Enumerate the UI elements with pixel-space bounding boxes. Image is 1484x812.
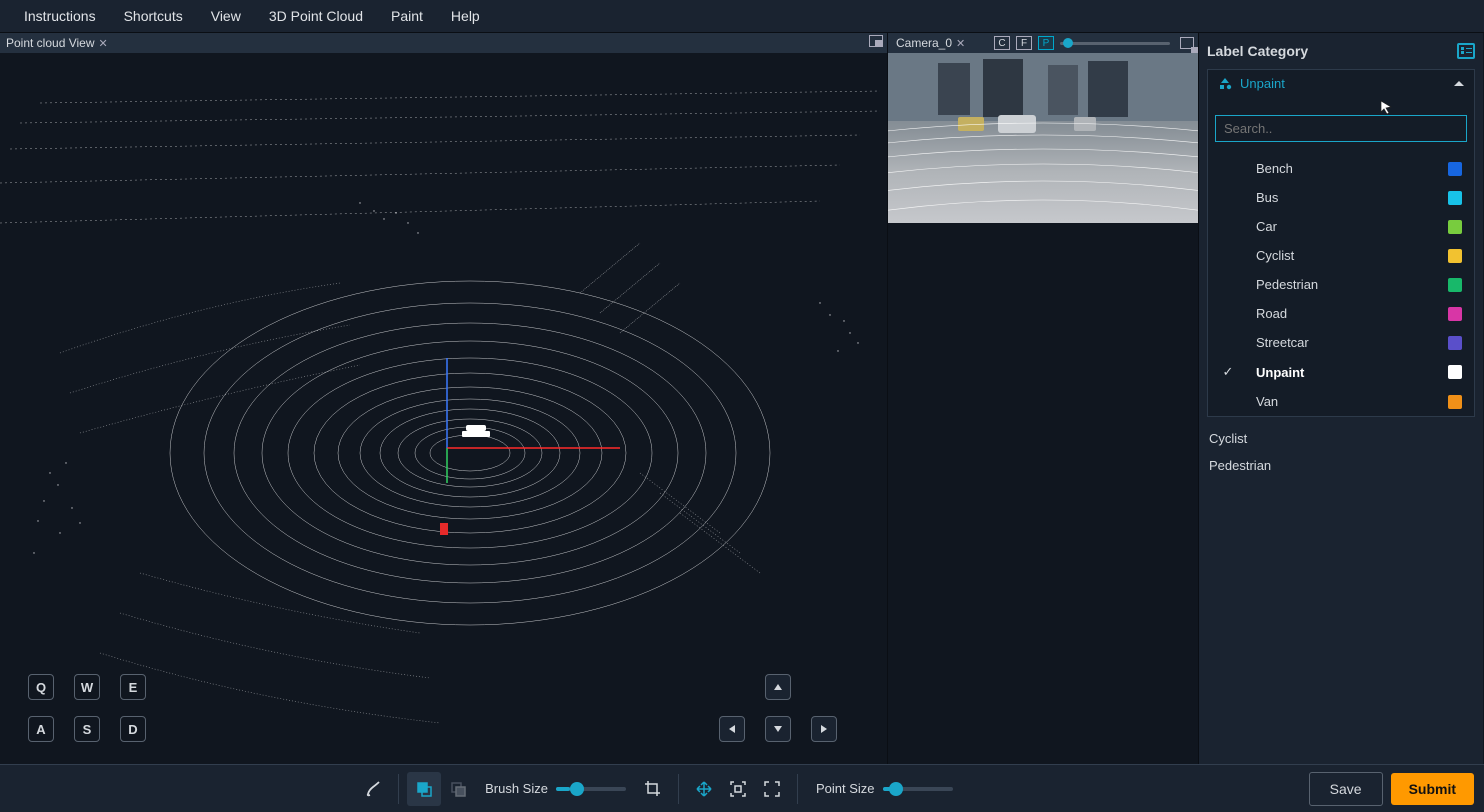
category-dropdown: Unpaint Bench Bus Car Cyclist Pedestrian Road… [1207, 69, 1475, 417]
menu-view[interactable]: View [197, 8, 255, 24]
category-item-unpaint[interactable]: ✓ Unpaint [1208, 357, 1474, 387]
color-swatch [1448, 395, 1462, 409]
category-item-pedestrian[interactable]: Pedestrian [1208, 270, 1474, 299]
nav-key-e[interactable]: E [120, 674, 146, 700]
camera-image[interactable] [888, 53, 1198, 223]
chevron-up-icon [1454, 81, 1464, 86]
camera-tab[interactable]: Camera_0 ✕ [890, 36, 971, 50]
nav-keys: Q W E A S D [28, 674, 156, 746]
label-category-panel: Label Category Unpaint Bench Bus Car Cyclis… [1198, 33, 1483, 764]
point-size-label: Point Size [816, 781, 875, 796]
close-icon[interactable]: ✕ [99, 37, 108, 50]
point-cloud-panel: Point cloud View ✕ [0, 33, 888, 764]
point-cloud-tab-label: Point cloud View [6, 36, 95, 50]
maximize-icon[interactable] [869, 35, 883, 47]
camera-tab-label: Camera_0 [896, 36, 952, 50]
category-name: Car [1244, 219, 1448, 234]
camera-mode-f[interactable]: F [1016, 36, 1032, 50]
menu-paint[interactable]: Paint [377, 8, 437, 24]
point-cloud-tab[interactable]: Point cloud View ✕ [0, 36, 114, 50]
color-swatch [1448, 220, 1462, 234]
camera-panel: Camera_0 ✕ C F P [888, 33, 1198, 764]
camera-mode-c[interactable]: C [994, 36, 1010, 50]
brush-tool-icon[interactable] [356, 772, 390, 806]
category-name: Pedestrian [1244, 277, 1448, 292]
cursor-icon [1379, 99, 1395, 118]
point-cloud-viewport[interactable]: Q W E A S D [0, 53, 887, 764]
fullscreen-icon[interactable] [755, 772, 789, 806]
category-name: Bench [1244, 161, 1448, 176]
color-swatch [1448, 365, 1462, 379]
arrow-right-button[interactable] [811, 716, 837, 742]
maximize-icon[interactable] [1180, 37, 1194, 49]
brush-size-label: Brush Size [485, 781, 548, 796]
category-item-bench[interactable]: Bench [1208, 154, 1474, 183]
arrow-buttons [719, 674, 847, 746]
category-name: Van [1244, 394, 1448, 409]
footer-toolbar: Brush Size Point Size Save Submit [0, 764, 1484, 812]
color-swatch [1448, 162, 1462, 176]
category-name: Bus [1244, 190, 1448, 205]
category-item-road[interactable]: Road [1208, 299, 1474, 328]
top-menu-bar: Instructions Shortcuts View 3D Point Clo… [0, 0, 1484, 33]
category-search-input[interactable] [1215, 115, 1467, 142]
category-name: Streetcar [1244, 335, 1448, 350]
menu-help[interactable]: Help [437, 8, 494, 24]
arrow-left-button[interactable] [719, 716, 745, 742]
color-swatch [1448, 278, 1462, 292]
layer-back-icon[interactable] [441, 772, 475, 806]
category-item-van[interactable]: Van [1208, 387, 1474, 416]
focus-icon[interactable] [721, 772, 755, 806]
label-category-title: Label Category [1207, 43, 1308, 59]
nav-key-q[interactable]: Q [28, 674, 54, 700]
color-swatch [1448, 307, 1462, 321]
arrow-down-button[interactable] [765, 716, 791, 742]
category-name: Road [1244, 306, 1448, 321]
move-icon[interactable] [687, 772, 721, 806]
camera-mode-p[interactable]: P [1038, 36, 1054, 50]
layer-front-icon[interactable] [407, 772, 441, 806]
menu-instructions[interactable]: Instructions [10, 8, 110, 24]
color-swatch [1448, 249, 1462, 263]
point-size-slider[interactable] [883, 787, 953, 791]
category-item-car[interactable]: Car [1208, 212, 1474, 241]
submit-button[interactable]: Submit [1391, 773, 1474, 805]
category-item-bus[interactable]: Bus [1208, 183, 1474, 212]
category-name: Unpaint [1244, 365, 1448, 380]
dropdown-selected-label: Unpaint [1240, 76, 1285, 91]
arrow-up-button[interactable] [765, 674, 791, 700]
category-item-streetcar[interactable]: Streetcar [1208, 328, 1474, 357]
menu-3d-point-cloud[interactable]: 3D Point Cloud [255, 8, 377, 24]
nav-key-w[interactable]: W [74, 674, 100, 700]
nav-key-a[interactable]: A [28, 716, 54, 742]
applied-label-pedestrian[interactable]: Pedestrian [1209, 452, 1473, 479]
check-icon: ✓ [1220, 364, 1236, 380]
category-item-cyclist[interactable]: Cyclist [1208, 241, 1474, 270]
color-swatch [1448, 336, 1462, 350]
shapes-icon [1218, 77, 1232, 91]
crop-icon[interactable] [636, 772, 670, 806]
category-list: Bench Bus Car Cyclist Pedestrian Road Streetca… [1208, 154, 1474, 416]
color-swatch [1448, 191, 1462, 205]
brush-size-slider[interactable] [556, 787, 626, 791]
nav-key-s[interactable]: S [74, 716, 100, 742]
dropdown-selected[interactable]: Unpaint [1208, 70, 1474, 97]
close-icon[interactable]: ✕ [956, 37, 965, 50]
applied-label-cyclist[interactable]: Cyclist [1209, 425, 1473, 452]
category-name: Cyclist [1244, 248, 1448, 263]
list-toggle-icon[interactable] [1457, 43, 1475, 59]
camera-zoom-slider[interactable] [1060, 42, 1170, 45]
save-button[interactable]: Save [1309, 772, 1383, 806]
applied-labels-list: CyclistPedestrian [1207, 417, 1475, 487]
menu-shortcuts[interactable]: Shortcuts [110, 8, 197, 24]
nav-key-d[interactable]: D [120, 716, 146, 742]
